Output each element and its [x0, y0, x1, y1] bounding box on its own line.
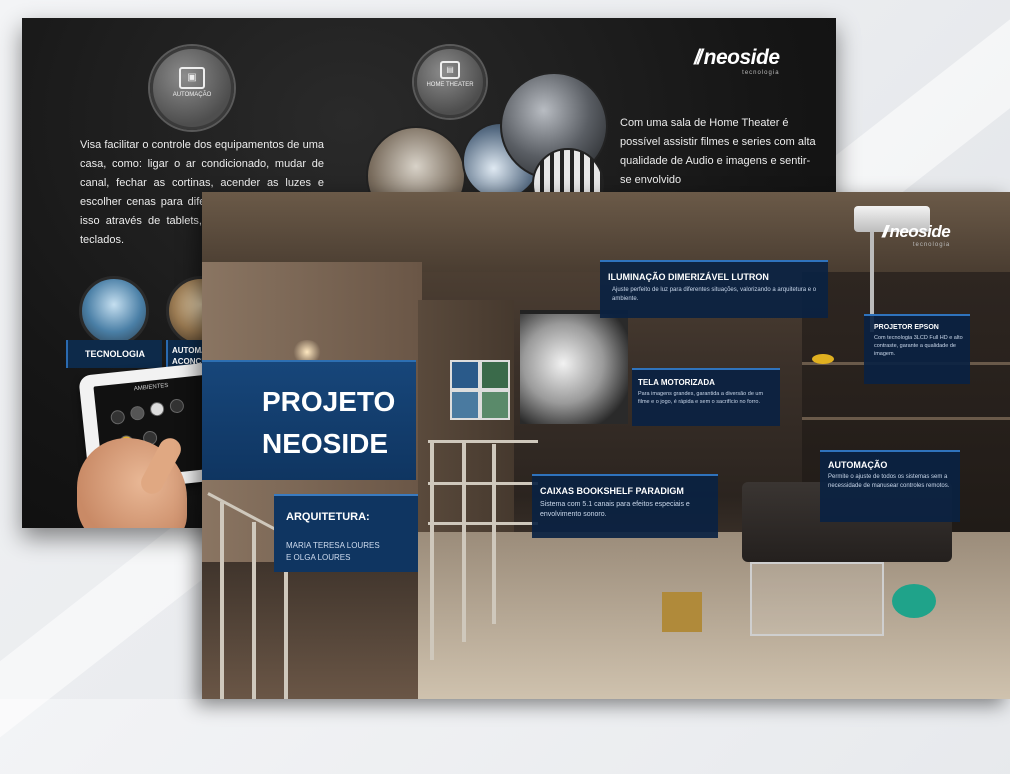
callout-screen: TELA MOTORIZADA Para imagens grandes, ga… — [632, 368, 780, 426]
railing-bar — [428, 440, 538, 443]
callout-automation: AUTOMAÇÃO Permite o ajuste de todos os s… — [820, 450, 960, 522]
home-theater-description: Com uma sala de Home Theater é possível … — [620, 117, 816, 186]
wooden-object — [662, 592, 702, 632]
railing-bar — [428, 522, 538, 525]
projection-screen — [520, 310, 628, 424]
light-button-icon — [110, 409, 126, 425]
shelf-line — [802, 417, 1010, 420]
title-line-1: PROJETO — [262, 386, 396, 417]
title-line-2: NEOSIDE — [262, 428, 389, 459]
bulb-button-icon — [149, 401, 165, 417]
remote-control-icon: ▣ — [179, 67, 205, 89]
scene-button-icon — [129, 405, 146, 421]
callout-projector: PROJETOR EPSON Com tecnologia 3LCD Full … — [864, 314, 970, 384]
project-title-box: PROJETO NEOSIDE — [202, 360, 416, 480]
feature-technology: TECNOLOGIA — [66, 276, 162, 368]
neoside-logo: //neoside tecnologia — [882, 222, 951, 248]
wall-art — [480, 390, 510, 420]
technology-photo — [79, 276, 149, 346]
railing-post — [430, 440, 434, 660]
railing-bar — [428, 482, 538, 485]
railing-post — [462, 442, 466, 642]
callout-speakers: CAIXAS BOOKSHELF PARADIGM Sistema com 5.… — [532, 474, 718, 538]
architecture-credit: ARQUITETURA: MARIA TERESA LOURES E OLGA … — [274, 494, 418, 572]
front-brochure: //neoside tecnologia PROJETO NEOSIDE ARQ… — [202, 192, 1010, 699]
speaker-icon: ▤ — [440, 61, 460, 79]
railing-post — [252, 522, 256, 699]
wall-art — [480, 360, 510, 390]
wall-art — [450, 360, 480, 390]
automation-icon: ▣ AUTOMAÇÃO — [150, 46, 234, 130]
glass-table — [750, 562, 884, 636]
home-theater-icon: ▤ HOME THEATER — [414, 46, 486, 118]
wall-art — [450, 390, 480, 420]
tv-button-icon — [169, 398, 185, 414]
railing-post — [220, 502, 224, 699]
callout-lighting: ILUMINAÇÃO DIMERIZÁVEL LUTRON Ajuste per… — [600, 260, 828, 318]
neoside-logo: //neoside tecnologia — [694, 46, 780, 76]
railing-post — [492, 444, 496, 624]
shelf-object — [812, 354, 834, 364]
green-object — [892, 584, 936, 618]
